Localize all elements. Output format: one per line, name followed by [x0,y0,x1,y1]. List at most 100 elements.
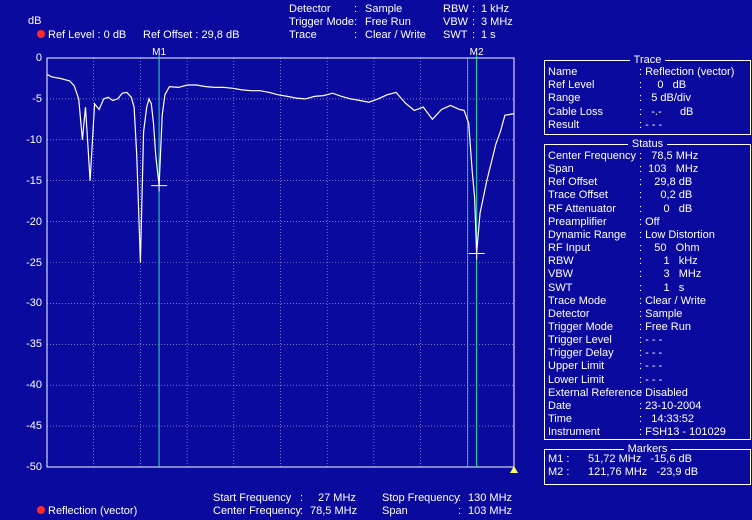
trace-legend-dot [37,506,45,514]
panel-row: VBW : 3 MHz [548,268,748,281]
status-panel-title: Status [627,138,668,150]
row-value: : Clear / Write [639,294,707,307]
panel-row: Lower Limit : - - - [548,374,748,387]
stop-frequency-value: 130 MHz [468,492,513,504]
status-panel: Status Center Frequency: 78,5 MHz Span: 1… [544,138,751,440]
span-label: Span [382,505,408,517]
row-label: RF Input [548,242,591,255]
row-label: VBW [548,268,574,281]
row-value: : Disabled [639,386,688,399]
row-label: M1 : [548,453,570,465]
row-value: : 14:33:52 [639,413,695,425]
row-value: 121,76 MHz -23,9 dB [588,466,699,478]
panel-row: Instrument: FSH13 - 101029 [548,426,748,439]
panel-row: Dynamic Range : Low Distortion [548,229,748,242]
start-frequency-label: Start Frequency [213,492,292,504]
row-value: : Sample [639,307,683,320]
panel-row: Name: Reflection (vector) [548,66,748,79]
panel-row: Trigger Mode : Free Run [548,321,748,334]
row-value: : Free Run [639,320,691,333]
row-value: : 103 MHz [639,163,699,176]
stop-frequency-label: Stop Frequency [382,492,460,504]
row-label: RF Attenuator [548,202,616,215]
row-value: : 78,5 MHz [639,150,699,162]
row-value: : 0 dB [639,79,687,92]
row-value: : - - - [639,347,663,360]
span-colon: : [458,505,462,517]
row-label: SWT [548,281,573,294]
start-frequency-value: 27 MHz [318,492,356,504]
panel-row: Date : 23-10-2004 [548,400,748,413]
row-value: : 5 dB/div [639,92,691,105]
row-label: Range [548,92,581,105]
trace-legend-text: Reflection (vector) [48,505,138,517]
panel-row: RF Attenuator : 0 dB [548,203,748,216]
panel-row: Time : 14:33:52 [548,413,748,426]
row-value: : 29,8 dB [639,176,693,189]
row-value: : - - - [639,373,663,386]
row-value: : -.- dB [639,105,694,118]
row-label: Detector [548,307,590,320]
row-label: Cable Loss [548,105,604,118]
row-value: : 1 s [639,281,685,294]
row-label: External Reference [548,386,643,399]
panel-row: Center Frequency: 78,5 MHz [548,150,748,163]
row-label: Date [548,399,572,412]
span-value: 103 MHz [468,505,513,517]
trace-line [46,73,515,263]
panel-row: Preamplifier : Off [548,216,748,229]
row-value: : Off [639,215,660,228]
panel-row: RBW : 1 kHz [548,255,748,268]
panel-row: Cable Loss : -.- dB [548,106,748,119]
row-value: : - - - [639,334,663,347]
panel-row: M2 : 121,76 MHz -23,9 dB [548,466,748,479]
row-label: Dynamic Range [548,228,627,241]
row-value: : 1 kHz [639,255,698,268]
center-colon: : [300,505,304,517]
row-value: : 3 MHz [639,268,702,281]
panel-row: Trace Mode : Clear / Write [548,295,748,308]
panel-row: Upper Limit : - - - [548,360,748,373]
row-label: Preamplifier [548,215,607,228]
center-frequency-label: Center Frequency [213,505,302,517]
panel-row: M1 : 51,72 MHz -15,6 dB [548,453,748,466]
row-value: : FSH13 - 101029 [639,426,726,439]
row-label: Trigger Mode [548,320,614,333]
row-label: RBW [548,255,574,268]
row-label: Lower Limit [548,373,605,386]
panel-row: Result : - - - [548,119,748,132]
panel-row: Trigger Delay : - - - [548,347,748,360]
row-label: M2 : [548,466,570,478]
row-value: : 23-10-2004 [639,399,702,412]
row-value: : 0 dB [639,202,693,215]
panel-row: Ref Offset : 29,8 dB [548,176,748,189]
panel-row: Ref Level : 0 dB [548,79,748,92]
row-value: : 0,2 dB [639,189,693,202]
panel-row: SWT : 1 s [548,282,748,295]
row-label: Upper Limit [548,360,605,373]
row-value: : - - - [639,360,663,373]
start-colon: : [300,492,304,504]
trace-panel-title: Trace [629,54,666,66]
row-label: Time [548,413,573,425]
trace-legend: Reflection (vector) [37,505,137,518]
row-label: Span [548,163,574,176]
trace-panel: Trace Name: Reflection (vector) Ref Level… [544,54,751,135]
row-value: : - - - [639,118,663,131]
stop-colon: : [458,492,462,504]
row-value: : 50 Ohm [639,242,700,255]
row-label: Result [548,118,580,131]
panel-row: RF Input : 50 Ohm [548,242,748,255]
panel-row: Trace Offset : 0,2 dB [548,189,748,202]
row-label: Center Frequency [548,150,637,162]
row-value: 51,72 MHz -15,6 dB [588,453,692,465]
row-value: : Low Distortion [639,228,715,241]
row-label: Ref Level [548,79,595,92]
row-label: Trigger Delay [548,347,614,360]
row-label: Ref Offset [548,176,598,189]
row-label: Trace Offset [548,189,608,202]
marker-top-label: M1 [152,47,166,58]
row-label: Trace Mode [548,294,607,307]
panel-row: Detector : Sample [548,308,748,321]
center-frequency-value: 78,5 MHz [310,505,358,517]
